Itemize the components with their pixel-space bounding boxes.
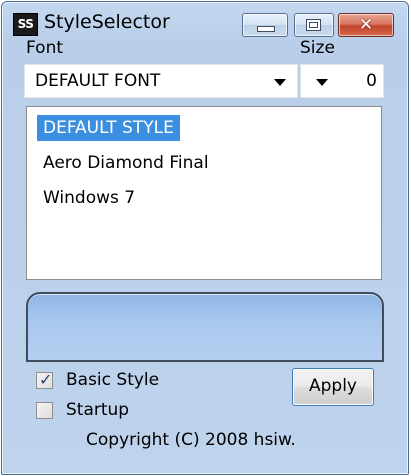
basic-style-checkbox[interactable]: ✓ bbox=[36, 370, 53, 389]
size-label: Size bbox=[300, 38, 335, 58]
minimize-icon bbox=[257, 26, 275, 32]
style-preview bbox=[26, 292, 384, 362]
copyright-text: Copyright (C) 2008 hsiw. bbox=[86, 430, 296, 450]
app-icon: SS bbox=[13, 13, 38, 36]
size-dropdown[interactable]: 0 bbox=[300, 64, 384, 98]
list-item-aero-diamond-final[interactable]: Aero Diamond Final bbox=[37, 150, 215, 176]
checkmark-icon: ✓ bbox=[39, 370, 53, 389]
apply-button[interactable]: Apply bbox=[292, 368, 374, 406]
font-dropdown[interactable]: DEFAULT FONT bbox=[24, 64, 298, 98]
list-item-windows-7[interactable]: Windows 7 bbox=[37, 185, 141, 211]
startup-checkbox[interactable] bbox=[36, 402, 53, 419]
list-item-default-style[interactable]: DEFAULT STYLE bbox=[37, 115, 180, 141]
font-dropdown-value: DEFAULT FONT bbox=[35, 71, 161, 91]
chevron-down-icon[interactable] bbox=[316, 79, 328, 86]
basic-style-label[interactable]: Basic Style bbox=[66, 370, 159, 390]
style-listbox[interactable]: DEFAULT STYLE Aero Diamond Final Windows… bbox=[26, 106, 382, 280]
size-dropdown-value: 0 bbox=[366, 71, 377, 91]
title-bar[interactable]: SS StyleSelector ✕ bbox=[2, 2, 408, 42]
font-label: Font bbox=[26, 38, 64, 58]
close-icon: ✕ bbox=[358, 15, 374, 35]
chevron-down-icon[interactable] bbox=[274, 79, 286, 86]
maximize-button[interactable] bbox=[294, 13, 334, 37]
minimize-button[interactable] bbox=[242, 13, 288, 37]
window-title: StyleSelector bbox=[44, 11, 170, 33]
maximize-icon bbox=[306, 19, 321, 31]
close-button[interactable]: ✕ bbox=[338, 13, 394, 37]
startup-label[interactable]: Startup bbox=[66, 400, 129, 420]
